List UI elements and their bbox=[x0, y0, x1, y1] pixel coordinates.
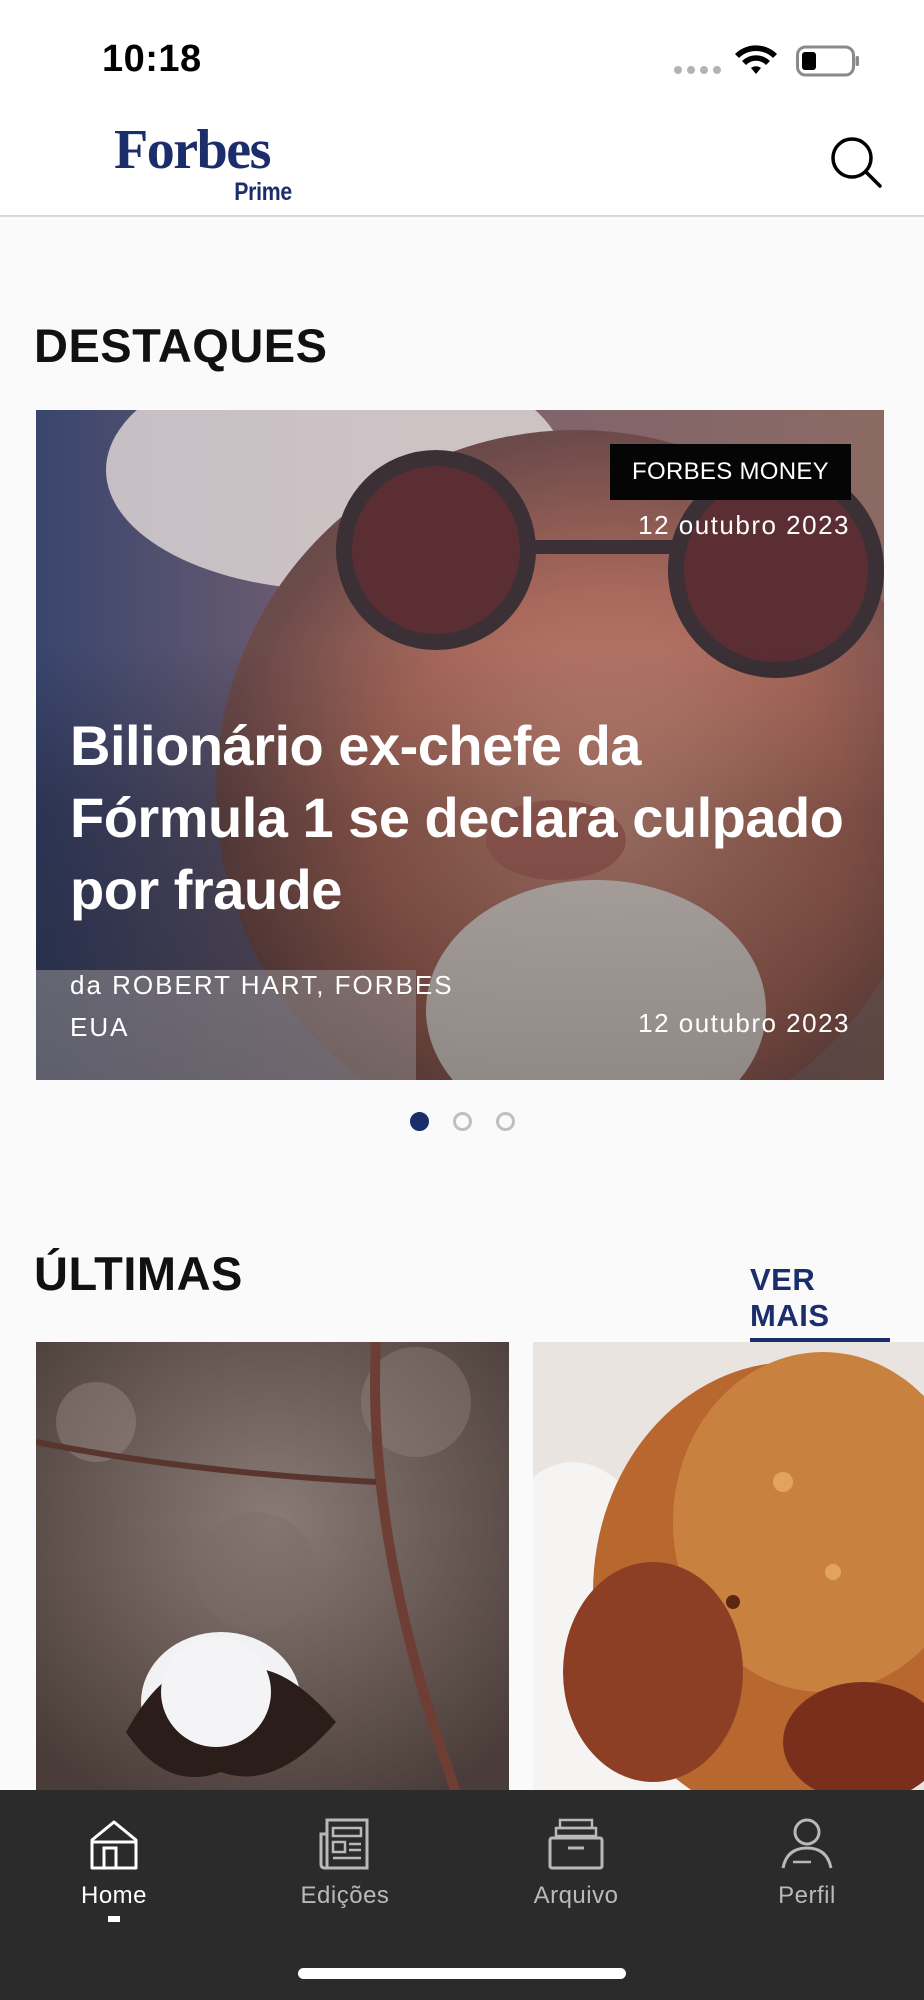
article-author: da ROBERT HART, FORBES EUA bbox=[70, 970, 454, 1042]
archive-box-icon bbox=[548, 1818, 604, 1870]
battery-icon bbox=[796, 45, 859, 77]
user-icon bbox=[781, 1818, 833, 1869]
forbes-prime-logo[interactable]: Forbes Prime bbox=[114, 122, 294, 212]
article-headline[interactable]: Bilionário ex-chefe da Fórmula 1 se decl… bbox=[70, 710, 870, 926]
active-tab-indicator bbox=[108, 1916, 120, 1922]
pager-dot-2[interactable] bbox=[452, 1112, 472, 1131]
latest-article-card-2[interactable] bbox=[533, 1342, 924, 1792]
newspaper-icon bbox=[319, 1818, 369, 1870]
highlight-article-card[interactable]: FORBES MONEY 12 outubro 2023 Bilionário … bbox=[36, 410, 884, 1080]
home-indicator-bar[interactable] bbox=[298, 1968, 626, 1979]
logo-wordmark: Forbes bbox=[114, 119, 271, 181]
category-badge[interactable]: FORBES MONEY bbox=[610, 444, 851, 500]
article-thumbnail bbox=[533, 1342, 924, 1792]
search-icon[interactable] bbox=[828, 134, 884, 190]
latest-article-card-1[interactable] bbox=[36, 1342, 509, 1792]
wifi-icon bbox=[735, 45, 777, 74]
tab-edicoes-label: Edições bbox=[300, 1882, 390, 1909]
article-date: 12 outubro 2023 bbox=[638, 510, 850, 540]
app-header: Forbes Prime bbox=[0, 110, 924, 217]
tab-home[interactable]: Home bbox=[34, 1814, 194, 1924]
carousel-pager bbox=[0, 1112, 924, 1131]
highlights-title: DESTAQUES bbox=[34, 319, 328, 372]
tab-edicoes[interactable]: Edições bbox=[265, 1814, 425, 1924]
pager-dot-1[interactable] bbox=[409, 1112, 429, 1131]
status-bar: 10:18 bbox=[0, 0, 924, 110]
logo-subtitle: Prime bbox=[234, 178, 292, 206]
see-more-link[interactable]: VER MAIS bbox=[750, 1262, 890, 1342]
article-thumbnail bbox=[36, 1342, 509, 1792]
tab-arquivo[interactable]: Arquivo bbox=[496, 1814, 656, 1924]
cellular-signal-icon bbox=[674, 66, 721, 74]
latest-title: ÚLTIMAS bbox=[34, 1247, 243, 1300]
pager-dot-3[interactable] bbox=[495, 1112, 515, 1131]
tab-perfil-label: Perfil bbox=[778, 1882, 836, 1909]
article-date-bottom: 12 outubro 2023 bbox=[638, 1008, 850, 1038]
tab-arquivo-label: Arquivo bbox=[533, 1882, 619, 1909]
tab-perfil[interactable]: Perfil bbox=[727, 1814, 887, 1924]
status-time: 10:18 bbox=[102, 38, 202, 80]
tab-home-label: Home bbox=[80, 1882, 148, 1909]
home-icon bbox=[90, 1820, 138, 1870]
